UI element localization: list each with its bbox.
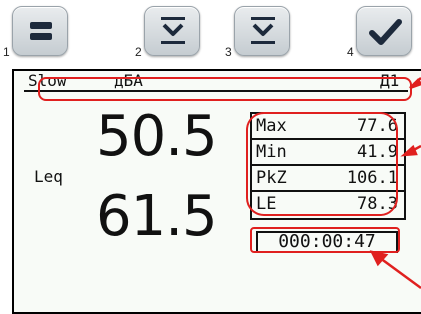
callout-arrows (369, 77, 421, 290)
arrow-stats-head-icon (400, 144, 418, 157)
arrow-status-head-icon (409, 78, 421, 90)
arrow-timer-icon (379, 256, 421, 290)
